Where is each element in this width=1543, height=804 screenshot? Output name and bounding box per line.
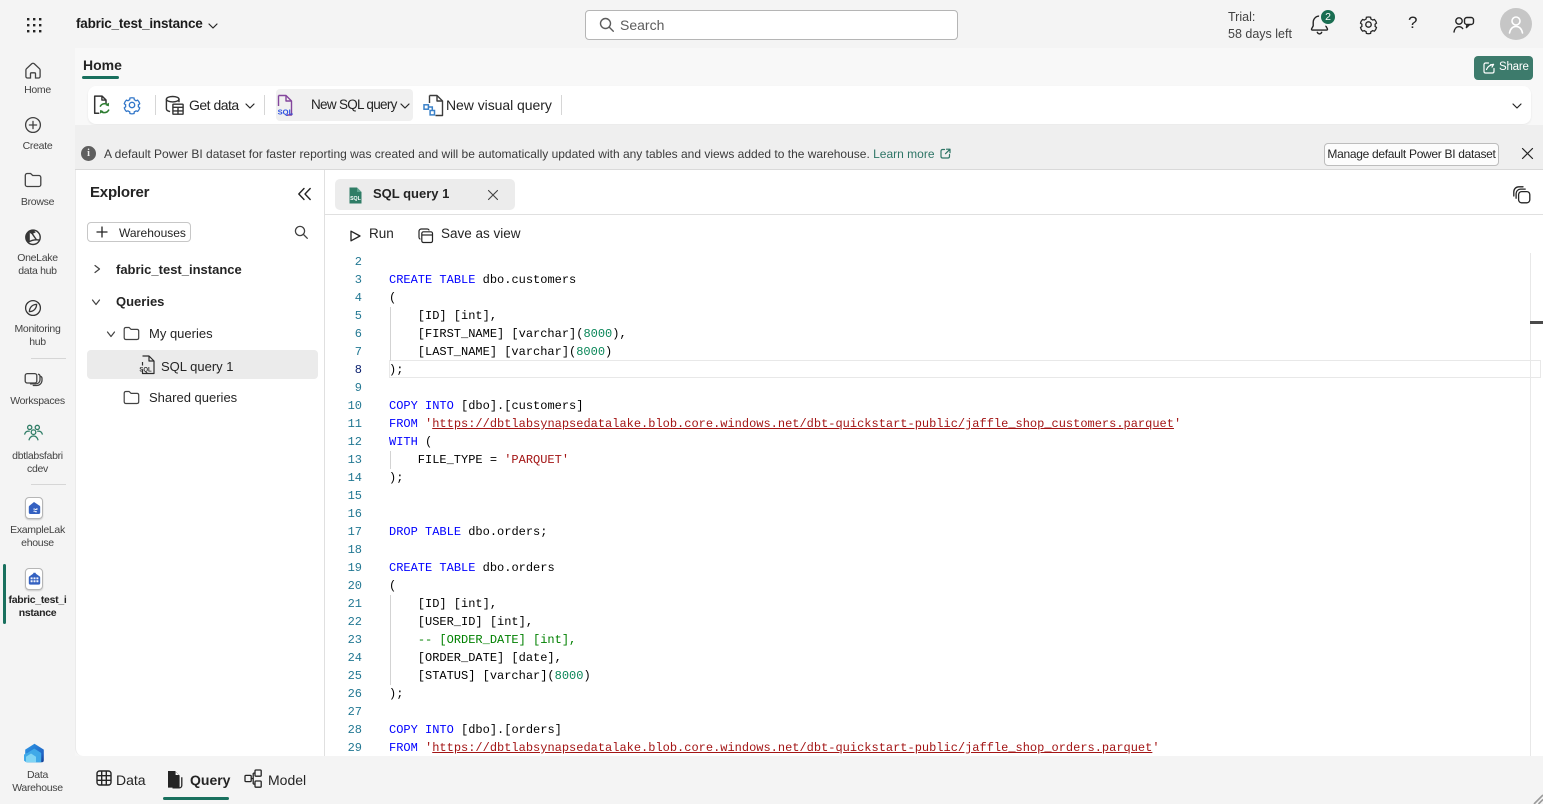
svg-text:SQL: SQL [278, 108, 294, 117]
svg-text:SQL: SQL [350, 196, 361, 202]
svg-text:SQL: SQL [139, 367, 152, 373]
